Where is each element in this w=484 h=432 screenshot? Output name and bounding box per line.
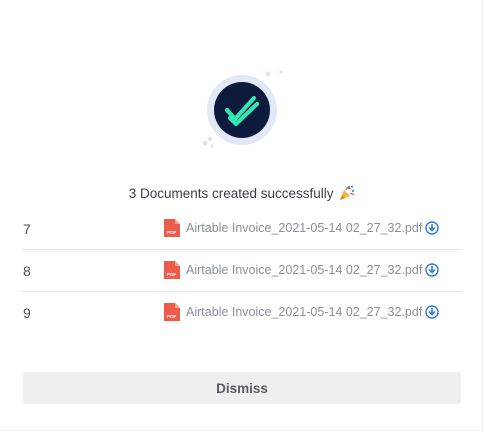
confetti-dot [210, 144, 214, 148]
document-file-name[interactable]: Airtable Invoice_2021-05-14 02_27_32.pdf [186, 263, 422, 277]
list-item: 7 PDF Airtable Invoice_2021-05-14 02_27_… [22, 208, 462, 250]
dismiss-button[interactable]: Dismiss [23, 372, 461, 404]
document-link[interactable]: PDF Airtable Invoice_2021-05-14 02_27_32… [163, 260, 439, 280]
success-message-text: 3 Documents created successfully [128, 186, 334, 201]
list-item: 9 PDF Airtable Invoice_2021-05-14 02_27_… [22, 292, 462, 333]
success-message: 3 Documents created successfully [0, 185, 484, 204]
document-file-name[interactable]: Airtable Invoice_2021-05-14 02_27_32.pdf [186, 221, 422, 235]
row-number: 8 [23, 263, 31, 279]
confetti-dot [207, 136, 213, 142]
document-link[interactable]: PDF Airtable Invoice_2021-05-14 02_27_32… [163, 302, 439, 322]
document-file-name[interactable]: Airtable Invoice_2021-05-14 02_27_32.pdf [186, 305, 422, 319]
svg-text:PDF: PDF [167, 314, 176, 319]
pdf-file-icon: PDF [164, 219, 180, 237]
download-icon[interactable] [425, 305, 439, 319]
party-popper-icon [339, 185, 355, 204]
documents-list: 7 PDF Airtable Invoice_2021-05-14 02_27_… [22, 208, 462, 333]
row-number: 7 [23, 221, 31, 237]
download-icon[interactable] [425, 221, 439, 235]
download-icon[interactable] [425, 263, 439, 277]
confetti-dot [279, 70, 283, 74]
pdf-file-icon: PDF [164, 261, 180, 279]
svg-text:PDF: PDF [167, 230, 176, 235]
success-illustration [0, 0, 484, 180]
svg-text:PDF: PDF [167, 272, 176, 277]
confetti-dot [202, 140, 208, 146]
list-item: 8 PDF Airtable Invoice_2021-05-14 02_27_… [22, 250, 462, 292]
row-number: 9 [23, 305, 31, 321]
document-link[interactable]: PDF Airtable Invoice_2021-05-14 02_27_32… [163, 218, 439, 238]
pdf-file-icon: PDF [164, 303, 180, 321]
confetti-dot [265, 71, 271, 77]
